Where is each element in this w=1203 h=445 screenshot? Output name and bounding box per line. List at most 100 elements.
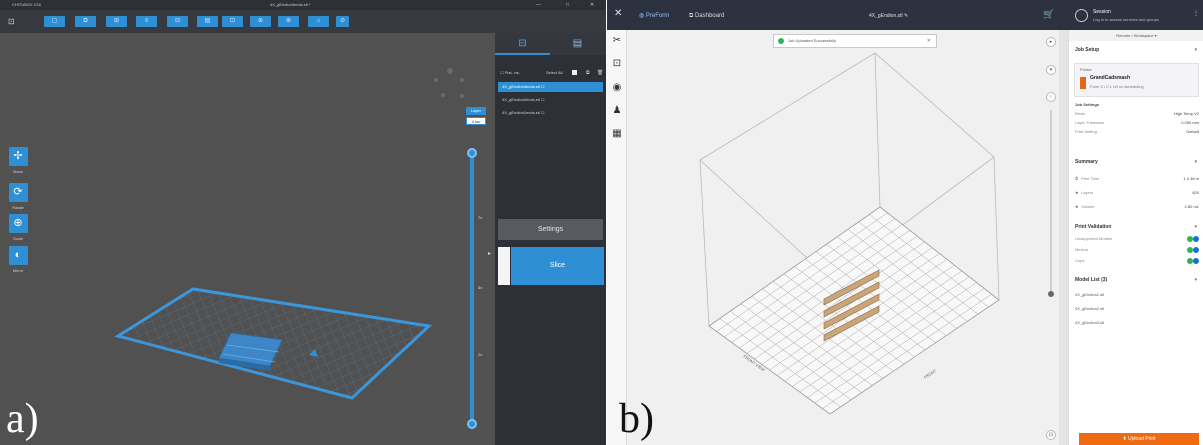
toolbar-button-6[interactable]: ▤ — [197, 16, 218, 27]
layer-slider-top-handle[interactable] — [467, 148, 477, 158]
preform-viewport[interactable]: FRONT VIEW FRONT Job Uploaded Successful… — [627, 30, 1059, 445]
delete-icon[interactable]: 🗑 — [597, 69, 603, 77]
settings-button[interactable]: Settings — [498, 219, 603, 240]
upload-print-button[interactable]: ⬆ Upload Print — [1079, 433, 1199, 445]
fit-view-icon[interactable]: ⊡ — [1046, 430, 1056, 440]
chitubox-titlebar: CHITUBOX V16 4X_gEndion3ends.stl * — □ ✕ — [0, 0, 606, 10]
chevron-left-icon[interactable]: ‹ — [1046, 92, 1056, 102]
file-title: 4X_gEndion3ends.stl * — [270, 2, 311, 7]
nav-preform-label: PreForm — [645, 13, 670, 19]
panel-a-label: a) — [6, 396, 39, 442]
chevron-down-icon[interactable]: ▾ — [1194, 277, 1197, 283]
chevron-down-icon[interactable]: ▾ — [1194, 159, 1197, 165]
toolbar-button-11[interactable]: ⊘ — [336, 16, 349, 27]
mirror-icon[interactable]: ◐ — [8, 246, 28, 265]
nav-dashboard-tab[interactable]: ⧉ Dashboard — [689, 10, 724, 22]
orient-tool-icon[interactable]: ◉ — [611, 82, 623, 94]
scale-tool[interactable]: ⊕ Scale — [6, 214, 30, 246]
layer-slider-value[interactable]: 4 Inc — [466, 117, 486, 125]
select-all-checkbox[interactable] — [572, 70, 577, 75]
setting-row: Layer Thickness 0.050 mm — [1075, 119, 1199, 127]
printer-card[interactable]: Printer GrandCadsmash Form 2 • 0.1 LB no… — [1074, 63, 1199, 97]
layout-tool-icon[interactable]: ▦ — [611, 128, 623, 140]
file-title[interactable]: 4X_gEndion.stl ✎ — [869, 10, 908, 22]
validation-toggle[interactable] — [1187, 258, 1199, 264]
move-tool[interactable]: ✢ Move — [6, 147, 30, 179]
build-volume-view: FRONT VIEW FRONT — [699, 52, 1000, 415]
layer-slider-track[interactable] — [470, 148, 474, 426]
open-file-icon[interactable]: ⊡ — [8, 17, 15, 26]
summary-key: Volume — [1081, 204, 1095, 209]
toolbar-button-1[interactable]: ▢ — [44, 16, 65, 27]
toolbar-button-8[interactable]: ⊕ — [250, 16, 271, 27]
setting-key: Resin — [1075, 111, 1086, 116]
close-icon[interactable]: ✕ — [590, 0, 594, 10]
cart-icon[interactable]: 🛒 — [1043, 9, 1054, 20]
model-list-heading: Model List (3) — [1075, 277, 1108, 283]
summary-heading: Summary — [1075, 159, 1098, 165]
scale-icon[interactable]: ⊕ — [8, 214, 28, 233]
clock-icon: ⏱ — [1075, 176, 1079, 181]
cut-tool-icon[interactable]: ✂ — [611, 35, 623, 47]
model-list-item[interactable]: 4X_gEndion3ends.stl ☐ — [498, 82, 603, 92]
model-list-item[interactable]: 4X_gEndion1.stl — [1075, 292, 1104, 297]
platform-visibility-checkbox[interactable]: ☐ — [500, 70, 504, 75]
validation-toggle[interactable] — [1187, 236, 1199, 242]
summary-row: ⏱ Print Time 1 h 38 m — [1075, 175, 1199, 183]
session-menu[interactable]: Session Log in to access services and gr… — [1069, 6, 1203, 28]
printer-name: GrandCadsmash — [1090, 75, 1131, 81]
validation-toggle[interactable] — [1187, 247, 1199, 253]
mirror-tool[interactable]: ◐ Mirror — [6, 246, 30, 278]
collapse-panel-icon[interactable]: ▸ — [488, 250, 491, 257]
toolbar-button-7[interactable]: ⊡ — [222, 16, 243, 27]
validation-label: Cups — [1075, 258, 1085, 263]
scale-label: Scale — [12, 236, 23, 241]
layers-icon: ★ — [1075, 190, 1079, 195]
setting-value: High Temp V2 — [1173, 111, 1199, 116]
expand-icon[interactable]: ▸ — [1046, 37, 1056, 47]
layer-slider-bottom-handle[interactable] — [467, 419, 477, 429]
toolbar-button-2[interactable]: ⧉ — [75, 16, 96, 27]
select-tool-icon[interactable]: ⊡ — [611, 58, 623, 70]
chitubox-viewport[interactable]: ✢ Move ⟳ Rotate ⊕ Scale ◐ Mirror — [0, 33, 495, 445]
slice-button[interactable]: Slice — [511, 247, 604, 285]
close-icon[interactable]: ✕ — [927, 35, 931, 47]
chitubox-toolbar: ⊡ ▢ ⧉ ⊞ ≡ ⊟ ▤ ⊡ ⊕ ⊗ ⌂ ⊘ — [0, 10, 606, 33]
more-icon[interactable]: ⋮ — [1193, 10, 1199, 17]
select-all-label[interactable]: Select All — [546, 69, 562, 77]
toolbar-button-9[interactable]: ⊗ — [278, 16, 299, 27]
chevron-down-icon[interactable]: ▾ — [1194, 224, 1197, 230]
settings-icon[interactable]: ▤ — [550, 33, 605, 55]
toolbar-button-4[interactable]: ≡ — [136, 16, 157, 27]
minimize-icon[interactable]: — — [536, 0, 541, 10]
maximize-icon[interactable]: □ — [566, 0, 569, 10]
model-list-item[interactable]: 4X_gEndion2.stl — [1075, 306, 1104, 311]
toolbar-button-5[interactable]: ⊟ — [167, 16, 188, 27]
view-slider-handle[interactable] — [1048, 291, 1054, 297]
layer-tick: 7x — [478, 215, 483, 220]
model-list-item[interactable]: 4X_gEndion2ends.stl ☐ — [498, 95, 603, 105]
validation-label: Minima — [1075, 247, 1088, 252]
model-list-icon[interactable]: ⊟ — [495, 33, 550, 55]
rotate-icon[interactable]: ⟳ — [8, 183, 28, 202]
rotate-tool[interactable]: ⟳ Rotate — [6, 183, 30, 215]
chevron-down-icon[interactable]: ▾ — [1194, 47, 1197, 53]
validation-row: Unsupported Models — [1075, 235, 1199, 243]
preform-logo-icon[interactable]: ✕ — [614, 8, 622, 19]
summary-value: 820 — [1192, 190, 1199, 195]
chevron-down-icon[interactable]: ▾ — [1046, 65, 1056, 75]
setting-value: Default — [1186, 129, 1199, 134]
workspace-select[interactable]: Remote / Workspace ▾ — [1069, 30, 1203, 41]
supports-tool-icon[interactable]: ♟ — [611, 105, 623, 117]
view-slider-track[interactable] — [1050, 110, 1052, 296]
toolbar-button-3[interactable]: ⊞ — [106, 16, 127, 27]
toolbar-button-10[interactable]: ⌂ — [308, 16, 329, 27]
view-cube[interactable] — [434, 68, 464, 98]
move-icon[interactable]: ✢ — [8, 147, 28, 166]
duplicate-icon[interactable]: ⧉ — [586, 69, 590, 77]
model-list-item[interactable]: 4X_gEndion3.stl — [1075, 320, 1104, 325]
model-list-item[interactable]: 4X_gEndion1ends.stl ☐ — [498, 108, 603, 118]
preform-panel: ✕ ◍ PreForm ⧉ Dashboard 4X_gEndion.stl ✎… — [607, 0, 1203, 445]
nav-preform-tab[interactable]: ◍ PreForm — [639, 10, 669, 22]
printer-heading: Printer — [1080, 67, 1092, 72]
